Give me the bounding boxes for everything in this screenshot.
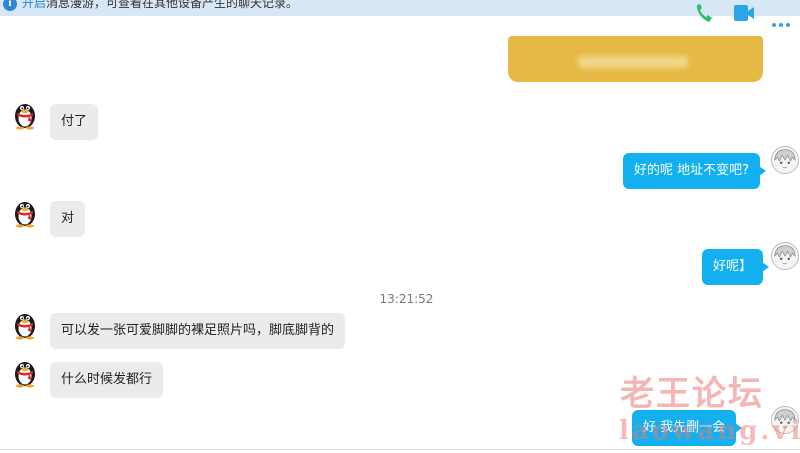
info-icon: i <box>3 0 17 11</box>
contact-avatar[interactable] <box>10 196 40 228</box>
blurred-content <box>578 56 688 68</box>
outgoing-message-bubble[interactable]: 好的呢 地址不变吧? <box>623 153 767 189</box>
video-icon[interactable] <box>733 2 755 24</box>
incoming-message-bubble[interactable]: 什么时候发都行 <box>50 362 164 398</box>
input-divider <box>0 449 800 450</box>
message-timestamp: 13:21:52 <box>379 292 434 306</box>
contact-avatar[interactable] <box>10 98 40 130</box>
contact-avatar[interactable] <box>10 308 40 340</box>
notice-text: 开启消息漫游，可查看在其他设备产生的聊天记录。 <box>22 0 298 11</box>
roaming-notice-bar: i 开启消息漫游，可查看在其他设备产生的聊天记录。 <box>0 0 800 16</box>
contact-avatar[interactable] <box>10 356 40 388</box>
watermark-url: laowang.vip <box>619 416 800 446</box>
incoming-message-bubble[interactable]: 付了 <box>50 104 99 140</box>
blurred-card-message[interactable] <box>508 36 763 82</box>
outgoing-message-bubble[interactable]: 好呢】 <box>702 249 770 285</box>
self-avatar[interactable] <box>771 146 799 174</box>
phone-icon[interactable] <box>693 2 715 24</box>
watermark-title: 老王论坛 <box>620 374 764 414</box>
enable-roaming-link[interactable]: 开启 <box>22 0 46 10</box>
more-icon[interactable] <box>772 12 796 27</box>
incoming-message-bubble[interactable]: 可以发一张可爱脚脚的裸足照片吗，脚底脚背的 <box>50 313 346 349</box>
self-avatar[interactable] <box>771 242 799 270</box>
incoming-message-bubble[interactable]: 对 <box>50 201 86 237</box>
